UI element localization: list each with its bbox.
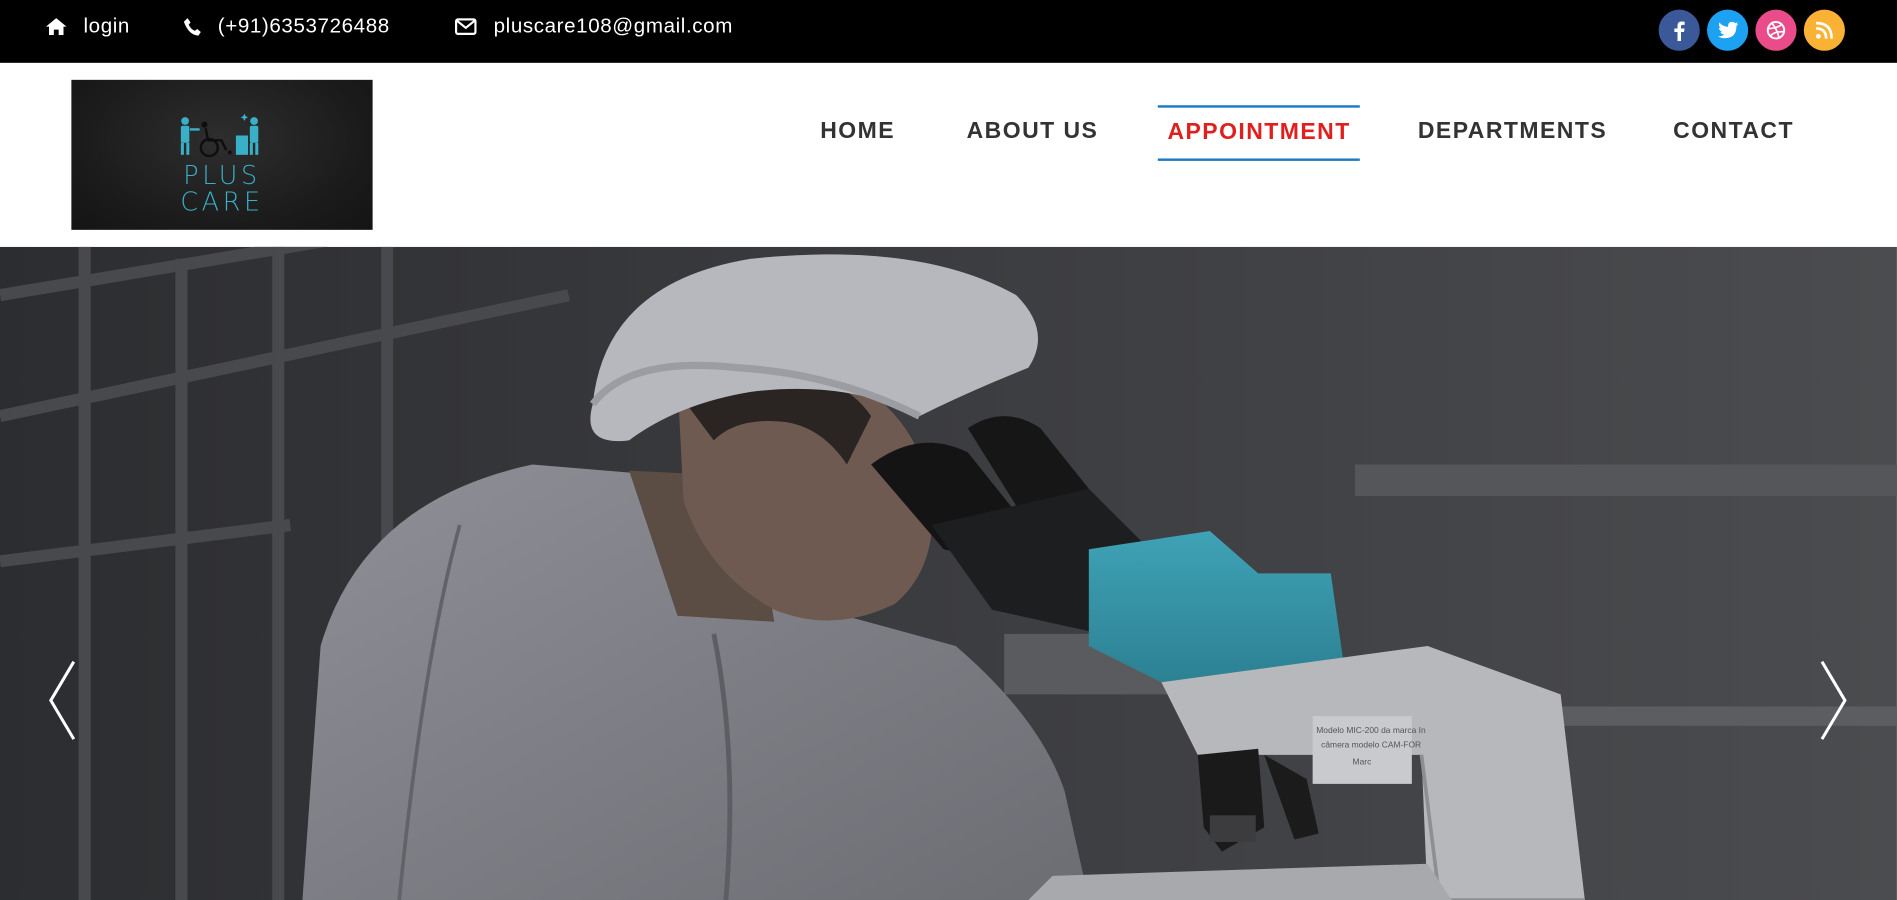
twitter-icon	[1717, 21, 1738, 39]
next-slide-arrow-icon[interactable]	[1815, 658, 1851, 743]
facebook-button[interactable]	[1658, 9, 1700, 51]
page: login (+91)6353726488 pluscare108@gmail.…	[0, 0, 1897, 900]
logo-text-plus: PLUS	[183, 160, 261, 190]
dribbble-button[interactable]	[1755, 9, 1797, 51]
twitter-button[interactable]	[1707, 9, 1749, 51]
phone-contact[interactable]: (+91)6353726488	[183, 0, 390, 53]
facebook-icon	[1674, 20, 1685, 41]
phone-icon	[183, 17, 201, 36]
nav-departments[interactable]: DEPARTMENTS	[1418, 106, 1607, 157]
previous-slide-arrow-icon[interactable]	[45, 658, 81, 743]
nav-about-us[interactable]: ABOUT US	[967, 106, 1099, 157]
rss-icon	[1815, 21, 1833, 39]
microscope-label-line1: Modelo MIC-200 da marca In	[1316, 725, 1426, 735]
login-link[interactable]: login	[45, 0, 130, 53]
microscope-label-line3: Marc	[1353, 757, 1372, 767]
dribbble-icon	[1766, 21, 1786, 40]
microscope-label-line2: câmera modelo CAM-FOR	[1321, 740, 1421, 750]
hero-slider: Modelo MIC-200 da marca In câmera modelo…	[0, 246, 1897, 900]
nav-appointment[interactable]: APPOINTMENT	[1157, 105, 1361, 161]
email-address: pluscare108@gmail.com	[493, 14, 733, 38]
home-icon	[45, 18, 67, 36]
logo-figures-icon	[180, 113, 259, 158]
pluscare-logo[interactable]: PLUS CARE	[71, 79, 373, 230]
site-header: PLUS CARE HOME ABOUT US APPOINTMENT DEPA…	[0, 62, 1897, 247]
hero-image: Modelo MIC-200 da marca In câmera modelo…	[0, 246, 1897, 900]
email-contact[interactable]: pluscare108@gmail.com	[455, 0, 733, 53]
phone-number: (+91)6353726488	[217, 14, 390, 38]
nav-home[interactable]: HOME	[820, 106, 895, 157]
nav-contact[interactable]: CONTACT	[1673, 106, 1794, 157]
top-bar: login (+91)6353726488 pluscare108@gmail.…	[0, 0, 1897, 63]
login-label: login	[83, 14, 130, 38]
logo-text-care: CARE	[180, 187, 264, 217]
envelope-icon	[455, 18, 477, 35]
rss-button[interactable]	[1803, 9, 1845, 51]
